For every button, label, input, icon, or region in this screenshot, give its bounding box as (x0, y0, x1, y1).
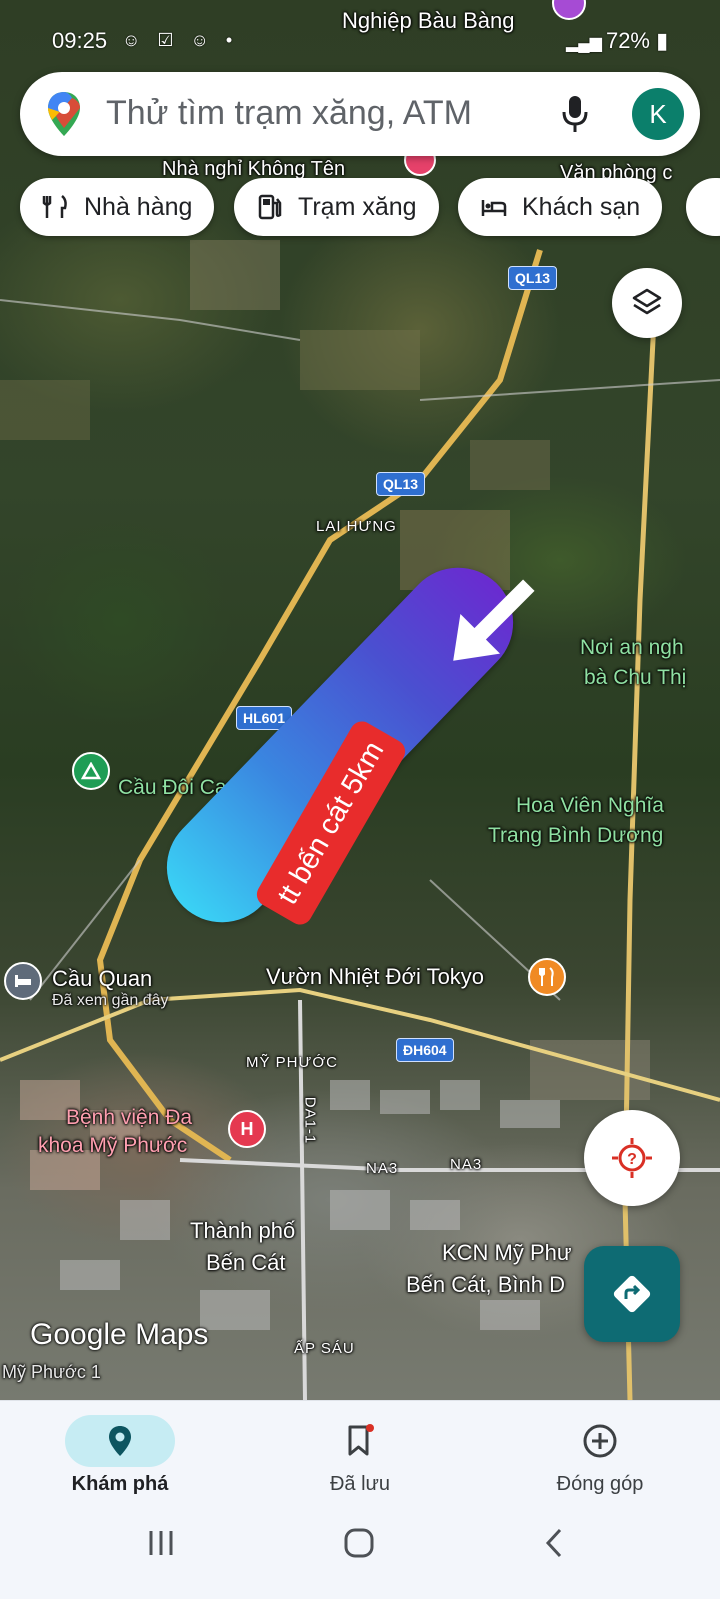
tab-icon-container (305, 1415, 415, 1467)
account-avatar[interactable]: K (632, 88, 684, 140)
road-shield-dh604: ĐH604 (396, 1038, 454, 1062)
tab-icon-container (545, 1415, 655, 1467)
map-label-my-phuoc-1: Mỹ Phước 1 (2, 1362, 101, 1382)
recent-apps-icon[interactable] (146, 1528, 176, 1558)
map-label-hoa-vien-2[interactable]: Trang Bình Dương (488, 824, 663, 848)
restaurant-pin-icon[interactable] (528, 958, 566, 996)
map-label-noi-an-nghi-1[interactable]: Nơi an ngh (580, 636, 684, 660)
map-label-lai-hung: LAI HƯNG (316, 518, 397, 535)
home-icon[interactable] (342, 1526, 376, 1560)
chip-restaurants[interactable]: Nhà hàng (20, 178, 215, 236)
location-unknown-icon: ? (612, 1138, 652, 1178)
road-shield-ql13-mid: QL13 (376, 472, 426, 496)
battery-level: ▂▄▆ 72% ▮ (566, 28, 668, 54)
bottom-navigation: Khám phá Đã lưu Đóng góp (0, 1400, 720, 1500)
layers-button[interactable] (612, 268, 682, 338)
notification-icons: ☺ ☑ ☺ • (122, 30, 239, 50)
chip-label: Nhà hàng (84, 192, 193, 221)
map-label-da-xem: Đã xem gần đây (52, 992, 169, 1009)
location-pin-icon (109, 1426, 131, 1456)
google-maps-attribution: Google Maps (30, 1318, 209, 1351)
status-time: 09:25 (52, 28, 108, 53)
map-label-benh-vien-2[interactable]: khoa Mỹ Phước (38, 1134, 187, 1158)
signal-icon: ▂▄▆ (566, 35, 602, 52)
map-label-ap-sau: ẤP SÁU (294, 1340, 355, 1357)
arrow-down-left-icon (453, 579, 535, 661)
battery-percent: 72% (605, 28, 650, 53)
map-label-na3-b: NA3 (450, 1156, 483, 1173)
map-label-thanh-pho-2: Bến Cát (206, 1250, 286, 1275)
map-label-hoa-vien-1[interactable]: Hoa Viên Nghĩa (516, 794, 664, 818)
tab-label: Đã lưu (329, 1473, 391, 1495)
gas-pump-icon (258, 194, 282, 220)
layers-icon (632, 288, 662, 315)
tab-saved[interactable]: Đã lưu (240, 1401, 480, 1501)
map-label-benh-vien-1[interactable]: Bệnh viện Đa (66, 1106, 192, 1130)
system-navigation-bar (0, 1500, 720, 1599)
campground-pin-icon[interactable] (72, 752, 110, 790)
map-label-cau-quan[interactable]: Cầu Quan (52, 966, 152, 992)
map-label-vuon-nhiet-doi[interactable]: Vườn Nhiệt Đới Tokyo (266, 964, 484, 990)
bookmark-icon (348, 1424, 374, 1456)
status-bar: 09:25 ☺ ☑ ☺ • ▂▄▆ 72% ▮ (0, 24, 720, 58)
chip-label: Khách sạn (522, 192, 641, 221)
map-label-thanh-pho-1: Thành phố (190, 1218, 296, 1243)
my-location-button[interactable]: ? (584, 1110, 680, 1206)
map-label-noi-an-nghi-2[interactable]: bà Chu Thị (584, 666, 686, 690)
chip-gas-stations[interactable]: Trạm xăng (234, 178, 439, 236)
fork-knife-icon (42, 195, 67, 218)
map-label-my-phuoc: MỸ PHƯỚC (246, 1054, 339, 1071)
chip-hotels[interactable]: Khách sạn (458, 178, 663, 236)
search-bar[interactable]: Thử tìm trạm xăng, ATM K (20, 72, 700, 156)
google-maps-logo-icon (48, 92, 80, 136)
directions-button[interactable] (584, 1246, 680, 1342)
tab-contribute[interactable]: Đóng góp (480, 1401, 720, 1501)
hospital-pin-icon[interactable]: H (228, 1110, 266, 1148)
tab-icon-container (65, 1415, 175, 1467)
map-label-kcn-2[interactable]: Bến Cát, Bình D (406, 1272, 565, 1298)
directions-icon (613, 1275, 651, 1313)
tab-explore[interactable]: Khám phá (0, 1401, 240, 1501)
tab-label: Đóng góp (556, 1473, 644, 1495)
map-label-kcn-1[interactable]: KCN Mỹ Phư (442, 1240, 572, 1266)
hotel-pin-icon[interactable] (4, 962, 42, 1000)
svg-text:?: ? (627, 1151, 637, 1168)
tab-label: Khám phá (71, 1473, 169, 1495)
add-circle-icon (583, 1424, 617, 1458)
battery-icon: ▮ (650, 28, 669, 53)
back-icon[interactable] (540, 1526, 570, 1560)
microphone-icon[interactable] (560, 94, 590, 134)
road-shield-ql13-top: QL13 (508, 266, 558, 290)
bed-icon (481, 200, 507, 216)
map-label-na3-a: NA3 (366, 1160, 399, 1177)
search-input[interactable]: Thử tìm trạm xăng, ATM (106, 94, 472, 133)
chip-label: Trạm xăng (298, 192, 417, 221)
map-label-da1: DA1-1 (301, 1096, 319, 1145)
